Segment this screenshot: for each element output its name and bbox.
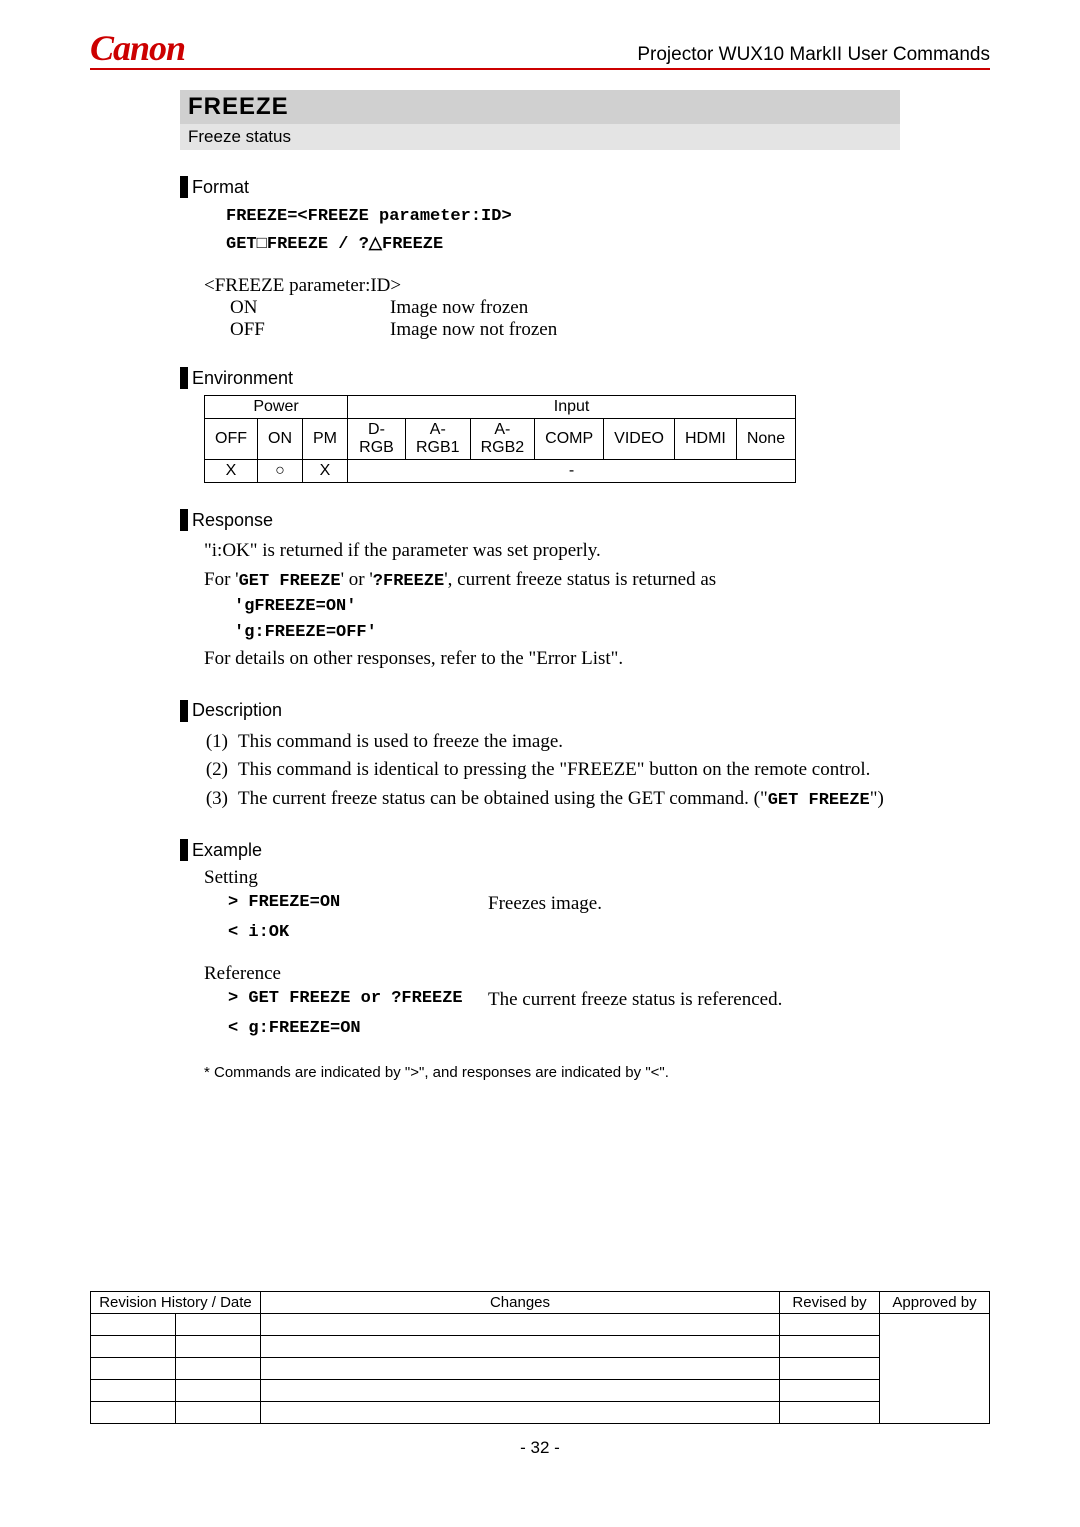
env-col: ON	[258, 419, 303, 460]
rev-h-changes: Changes	[261, 1292, 780, 1314]
example-response: < i:OK	[228, 919, 488, 946]
env-col: PM	[303, 419, 348, 460]
param-desc: Image now frozen	[390, 297, 528, 319]
env-input-header: Input	[348, 396, 796, 419]
env-power-header: Power	[205, 396, 348, 419]
heading-text: Example	[192, 840, 262, 861]
document-title: Projector WUX10 MarkII User Commands	[637, 44, 990, 66]
param-heading: <FREEZE parameter:ID>	[204, 275, 900, 297]
response-line: For 'GET FREEZE' or '?FREEZE', current f…	[204, 566, 900, 595]
env-cell: X	[303, 460, 348, 483]
response-code: 'gFREEZE=ON'	[234, 594, 900, 620]
env-col: D-RGB	[348, 419, 406, 460]
desc-item: (2) This command is identical to pressin…	[204, 756, 900, 785]
example-setting-label: Setting	[204, 867, 900, 889]
section-heading-example: Example	[180, 839, 900, 861]
page-header: Canon Projector WUX10 MarkII User Comman…	[90, 30, 990, 70]
rev-h-revisedby: Revised by	[780, 1292, 880, 1314]
command-subtitle: Freeze status	[180, 124, 900, 150]
revision-table: Revision History / Date Changes Revised …	[90, 1291, 990, 1424]
desc-item: (1) This command is used to freeze the i…	[204, 728, 900, 757]
desc-item: (3) The current freeze status can be obt…	[204, 785, 900, 814]
rev-h-history: Revision History / Date	[91, 1292, 261, 1314]
env-col: A-RGB1	[406, 419, 471, 460]
heading-text: Environment	[192, 368, 293, 389]
page-number: - 32 -	[90, 1438, 990, 1458]
heading-text: Format	[192, 177, 249, 198]
env-col: OFF	[205, 419, 258, 460]
environment-table: Power Input OFF ON PM D-RGB A-RGB1 A-RGB…	[204, 395, 796, 483]
format-line1: FREEZE=<FREEZE parameter:ID>	[226, 204, 900, 230]
param-row: ON Image now frozen	[230, 297, 900, 319]
brand-logo: Canon	[90, 30, 185, 66]
param-desc: Image now not frozen	[390, 319, 557, 341]
heading-text: Description	[192, 700, 282, 721]
response-line: "i:OK" is returned if the parameter was …	[204, 537, 900, 566]
response-line: For details on other responses, refer to…	[204, 645, 900, 674]
env-cell-merged: -	[348, 460, 796, 483]
env-cell: X	[205, 460, 258, 483]
heading-bar-icon	[180, 509, 188, 531]
rev-h-approvedby: Approved by	[880, 1292, 990, 1314]
example-desc: The current freeze status is referenced.	[488, 985, 782, 1015]
heading-text: Response	[192, 510, 273, 531]
example-reference-label: Reference	[204, 963, 900, 985]
example-response: < g:FREEZE=ON	[228, 1015, 488, 1042]
env-col: None	[736, 419, 795, 460]
example-desc: Freezes image.	[488, 889, 602, 919]
format-line2: GET□FREEZE / ?△FREEZE	[226, 230, 900, 258]
heading-bar-icon	[180, 700, 188, 722]
heading-bar-icon	[180, 176, 188, 198]
response-code: 'g:FREEZE=OFF'	[234, 620, 900, 646]
env-cell: ○	[258, 460, 303, 483]
param-id: ON	[230, 297, 390, 319]
command-title: FREEZE	[180, 90, 900, 124]
example-note: * Commands are indicated by ">", and res…	[204, 1064, 900, 1081]
param-row: OFF Image now not frozen	[230, 319, 900, 341]
example-command: > FREEZE=ON	[228, 889, 488, 919]
section-heading-description: Description	[180, 700, 900, 722]
section-heading-environment: Environment	[180, 367, 900, 389]
env-col: HDMI	[674, 419, 736, 460]
param-id: OFF	[230, 319, 390, 341]
heading-bar-icon	[180, 367, 188, 389]
env-col: VIDEO	[604, 419, 675, 460]
heading-bar-icon	[180, 839, 188, 861]
section-heading-response: Response	[180, 509, 900, 531]
env-col: COMP	[535, 419, 604, 460]
example-command: > GET FREEZE or ?FREEZE	[228, 985, 488, 1015]
env-col: A-RGB2	[470, 419, 535, 460]
section-heading-format: Format	[180, 176, 900, 198]
